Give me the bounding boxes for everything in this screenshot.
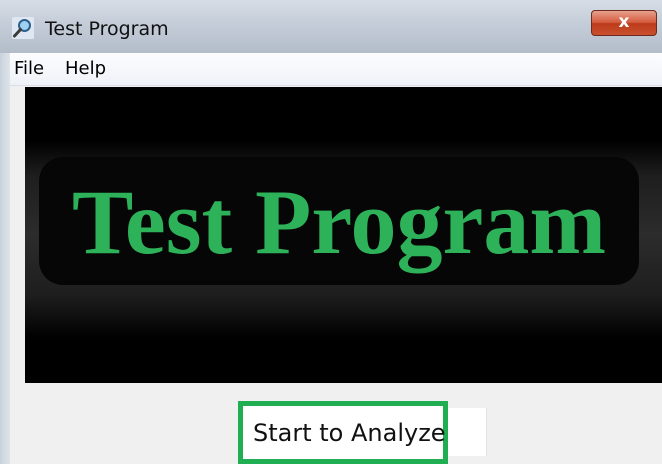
close-icon: x — [618, 12, 630, 32]
banner-image: Test Program — [25, 87, 662, 383]
magnifier-icon — [12, 17, 34, 39]
window-title: Test Program — [45, 18, 169, 40]
window-frame-left — [0, 53, 10, 464]
menu-help[interactable]: Help — [65, 58, 106, 79]
menu-bar: File Help — [10, 53, 662, 86]
banner-pill: Test Program — [39, 157, 639, 285]
start-analyze-label: Start to Analyze — [253, 419, 446, 447]
banner-title: Test Program — [71, 171, 607, 273]
title-bar[interactable]: Test Program x — [0, 0, 662, 53]
menu-file[interactable]: File — [14, 58, 44, 79]
close-button[interactable]: x — [591, 10, 657, 36]
app-window: Test Program x File Help Test Program St… — [0, 0, 662, 464]
start-analyze-button[interactable]: Start to Analyze — [238, 401, 448, 464]
button-extension — [448, 408, 487, 456]
